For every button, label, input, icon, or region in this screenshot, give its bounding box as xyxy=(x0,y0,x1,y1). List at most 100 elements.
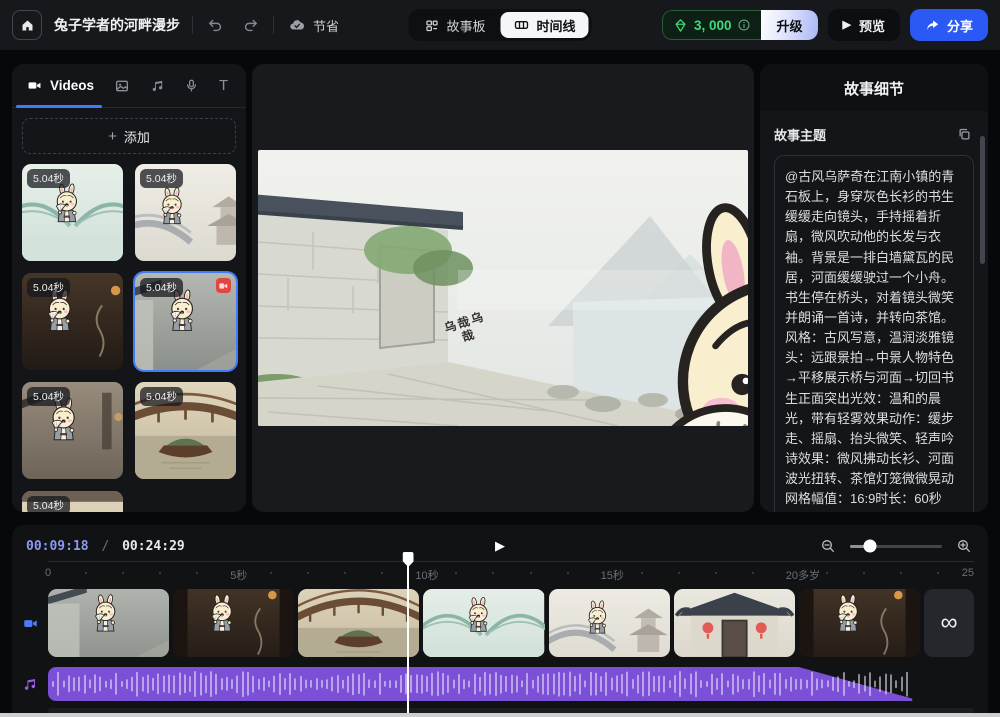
zoom-out-icon xyxy=(820,538,836,554)
timeline-ruler[interactable]: 05秒10秒15秒20多岁25 xyxy=(48,561,974,583)
share-button[interactable]: 分享 xyxy=(910,9,988,41)
voice-mic-icon xyxy=(184,78,199,93)
duration-badge: 5.04秒 xyxy=(27,278,70,297)
playhead[interactable] xyxy=(407,555,409,717)
library-thumbnail[interactable]: 5.04秒 xyxy=(135,382,236,479)
save-button[interactable]: 节省 xyxy=(286,14,341,37)
clip-image xyxy=(298,589,419,657)
active-tab-underline xyxy=(16,105,102,108)
timeline-label: 时间线 xyxy=(537,16,576,35)
timeline-clip[interactable] xyxy=(48,589,169,657)
gem-icon xyxy=(673,18,688,33)
library-tabs: Videos xyxy=(12,64,246,108)
library-thumbnail[interactable]: 5.04秒 xyxy=(22,164,123,261)
music-note-icon xyxy=(150,78,165,93)
credits-button[interactable]: 3, 000 xyxy=(662,10,762,40)
timeline-zoom-slider[interactable] xyxy=(850,545,942,548)
timeline-clip[interactable] xyxy=(674,589,795,657)
theme-label: 故事主题 xyxy=(774,125,826,144)
window-bottom-edge xyxy=(0,713,1000,717)
library-thumbnail[interactable]: 5.04秒 xyxy=(135,164,236,261)
topbar: 兔子学者的河畔漫步 节省 故事板 时 xyxy=(0,0,1000,50)
ruler-tick xyxy=(530,572,532,574)
undo-button[interactable] xyxy=(205,15,226,36)
credits-value: 3, 000 xyxy=(694,18,732,33)
share-label: 分享 xyxy=(947,16,973,35)
timeline-clip[interactable] xyxy=(298,589,419,657)
library-panel: Videos xyxy=(12,64,246,512)
library-thumbnail[interactable]: 5.04秒 xyxy=(22,491,123,512)
library-thumbnail[interactable]: 5.04秒 xyxy=(22,273,123,370)
storyboard-icon xyxy=(424,18,439,33)
video-preview[interactable]: 乌哉乌哉 xyxy=(258,150,748,426)
tab-images[interactable] xyxy=(112,76,132,96)
ruler-tick xyxy=(455,572,457,574)
preview-button[interactable]: ▶ 预览 xyxy=(828,9,900,41)
tab-timeline[interactable]: 时间线 xyxy=(501,12,589,38)
theme-text[interactable]: @古风乌萨奇在江南小镇的青石板上，身穿灰色长衫的书生缓缓走向镜头，手持摇着折扇，… xyxy=(774,155,974,512)
clip-image xyxy=(674,589,795,657)
details-scrollbar[interactable] xyxy=(980,136,985,264)
timeline-play-button[interactable]: ▶ xyxy=(495,538,505,554)
project-title: 兔子学者的河畔漫步 xyxy=(54,15,180,35)
clip-image xyxy=(173,589,294,657)
timeline-panel: 00:09:18 / 00:24:29 ▶ 05秒10秒15秒20多岁25 xyxy=(12,525,988,717)
ruler-tick xyxy=(826,572,828,574)
audio-track-icon xyxy=(22,676,38,692)
image-icon xyxy=(114,78,130,94)
copy-button[interactable] xyxy=(955,125,974,144)
ruler-tick xyxy=(937,572,939,574)
home-button[interactable] xyxy=(12,10,42,40)
ruler-tick xyxy=(641,572,643,574)
ruler-tick xyxy=(270,572,272,574)
plus-icon: + xyxy=(108,128,117,145)
save-label: 节省 xyxy=(313,16,339,35)
tab-storyboard[interactable]: 故事板 xyxy=(411,12,498,38)
timeline-clip[interactable] xyxy=(173,589,294,657)
preview-label: 预览 xyxy=(859,16,885,35)
add-media-button[interactable]: + 添加 xyxy=(22,118,236,154)
library-thumbnail[interactable]: 5.04秒 xyxy=(135,273,236,370)
preview-scene xyxy=(258,150,748,426)
tab-text[interactable]: T xyxy=(217,75,230,96)
upgrade-button[interactable]: 升级 xyxy=(761,10,817,40)
tab-voice[interactable] xyxy=(182,76,201,95)
ruler-tick xyxy=(715,572,717,574)
info-icon xyxy=(737,18,751,32)
ruler-label: 10秒 xyxy=(415,567,438,583)
loop-button[interactable]: ∞ xyxy=(924,589,974,657)
tab-music[interactable] xyxy=(148,76,167,95)
view-switcher: 故事板 时间线 xyxy=(408,9,591,41)
ruler-tick xyxy=(567,572,569,574)
delete-clip-icon[interactable] xyxy=(216,278,231,293)
redo-button[interactable] xyxy=(240,15,261,36)
ruler-tick xyxy=(122,572,124,574)
timeline-clip[interactable] xyxy=(549,589,670,657)
ruler-tick xyxy=(863,572,865,574)
timeline-clip[interactable] xyxy=(799,589,920,657)
zoom-in-button[interactable] xyxy=(954,536,974,556)
redo-icon xyxy=(242,17,259,34)
cloud-check-icon xyxy=(288,16,306,34)
text-tool-icon: T xyxy=(219,77,228,94)
current-time: 00:09:18 xyxy=(26,539,89,554)
copy-icon xyxy=(957,127,972,142)
ruler-label: 5秒 xyxy=(230,567,247,583)
tab-videos[interactable]: Videos xyxy=(12,76,96,95)
video-clips xyxy=(48,589,920,657)
library-thumbnail[interactable]: 5.04秒 xyxy=(22,382,123,479)
timecode: 00:09:18 / 00:24:29 xyxy=(26,539,185,554)
ruler-tick xyxy=(307,572,309,574)
ruler-tick xyxy=(85,572,87,574)
timecode-separator: / xyxy=(101,539,109,554)
add-label: 添加 xyxy=(124,127,150,146)
zoom-in-icon xyxy=(956,538,972,554)
zoom-slider-handle[interactable] xyxy=(864,540,877,553)
divider xyxy=(273,16,274,34)
zoom-out-button[interactable] xyxy=(818,536,838,556)
audio-clip[interactable] xyxy=(48,667,921,701)
total-time: 00:24:29 xyxy=(122,539,185,554)
timeline-clip[interactable] xyxy=(423,589,544,657)
share-icon xyxy=(925,18,940,33)
ruler-label: 20多岁 xyxy=(786,567,820,583)
